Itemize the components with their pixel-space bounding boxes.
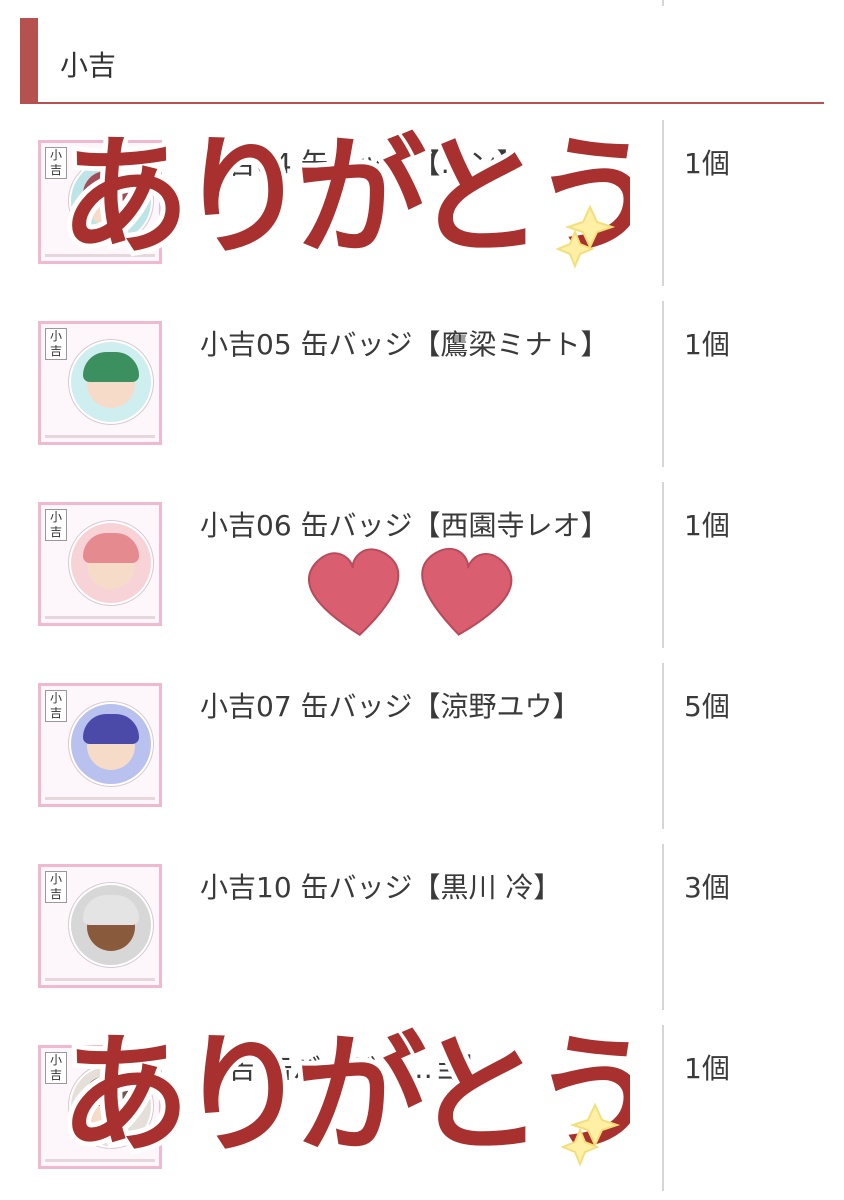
thumbnail-tag: 小吉 (45, 509, 67, 541)
section-accent-bar (20, 18, 38, 104)
can-badge-image (69, 340, 153, 424)
item-name[interactable]: 小吉05 缶バッジ【鷹梁ミナト】 (200, 321, 620, 368)
top-divider (662, 0, 664, 6)
thanks-text: ありがとう (60, 121, 630, 273)
hearts-sticker (307, 547, 513, 637)
item-quantity: 1個 (684, 147, 730, 180)
product-thumbnail[interactable]: 小吉 (38, 502, 162, 626)
can-badge-image (69, 702, 153, 786)
character-hair (83, 533, 139, 563)
thumbnail-tag: 小吉 (45, 328, 67, 360)
character-hair (83, 895, 139, 925)
item-quantity: 3個 (684, 871, 730, 904)
section-title: 小吉 (60, 49, 117, 82)
item-quantity: 1個 (684, 1052, 730, 1085)
column-divider (662, 482, 664, 648)
thanks-sticker-bottom: ありがとう (55, 1014, 630, 1176)
thumbnail-tag: 小吉 (45, 690, 67, 722)
thumbnail-footer (45, 435, 155, 438)
thanks-text: ありがとう (60, 1019, 630, 1171)
product-thumbnail[interactable]: 小吉 (38, 683, 162, 807)
column-divider (662, 120, 664, 286)
thumbnail-footer (45, 978, 155, 981)
list-item[interactable]: 小吉 小吉05 缶バッジ【鷹梁ミナト】 1個 (0, 301, 844, 467)
column-divider (662, 301, 664, 467)
character-hair (83, 714, 139, 744)
item-quantity: 5個 (684, 690, 730, 723)
product-thumbnail[interactable]: 小吉 (38, 864, 162, 988)
column-divider (662, 844, 664, 1010)
column-divider (662, 663, 664, 829)
can-badge-image (69, 883, 153, 967)
thumbnail-tag: 小吉 (45, 871, 67, 903)
thumbnail-footer (45, 616, 155, 619)
column-divider (662, 1025, 664, 1191)
item-quantity: 1個 (684, 509, 730, 542)
item-quantity: 1個 (684, 328, 730, 361)
thanks-sticker-top: ありがとう (55, 116, 630, 278)
section-header: 小吉 (20, 18, 824, 104)
thumbnail-footer (45, 797, 155, 800)
product-thumbnail[interactable]: 小吉 (38, 321, 162, 445)
character-hair (83, 352, 139, 382)
item-name[interactable]: 小吉07 缶バッジ【涼野ユウ】 (200, 683, 620, 730)
can-badge-image (69, 521, 153, 605)
item-name[interactable]: 小吉10 缶バッジ【黒川 冷】 (200, 864, 620, 911)
list-item[interactable]: 小吉 小吉10 缶バッジ【黒川 冷】 3個 (0, 844, 844, 1010)
list-item[interactable]: 小吉 小吉07 缶バッジ【涼野ユウ】 5個 (0, 663, 844, 829)
